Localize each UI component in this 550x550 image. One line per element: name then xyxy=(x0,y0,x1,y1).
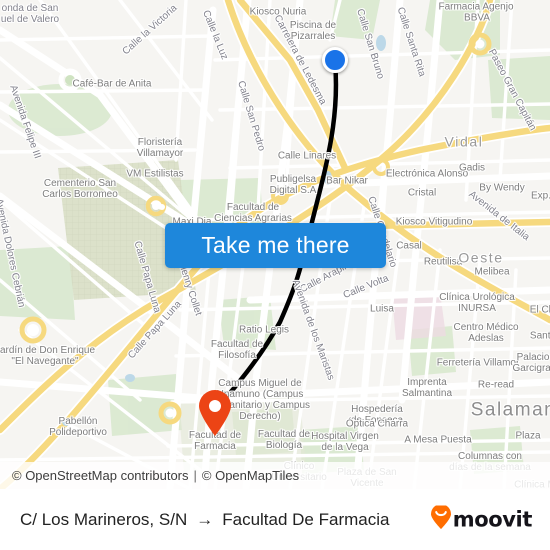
take-me-there-button[interactable]: Take me there xyxy=(165,223,386,268)
attribution-separator: | xyxy=(193,468,197,483)
attribution-osm-link[interactable]: © OpenStreetMap contributors xyxy=(12,468,189,483)
map-attribution-bar: © OpenStreetMap contributors | © OpenMap… xyxy=(0,462,550,489)
origin-circle-marker[interactable] xyxy=(322,47,348,73)
moovit-logo[interactable]: moovit xyxy=(430,503,533,534)
route-origin-label: C/ Los Marineros, S/N xyxy=(20,509,188,529)
map-canvas[interactable]: onda de San uel de Valero Calle la Victor… xyxy=(0,0,550,489)
moovit-map-screen: onda de San uel de Valero Calle la Victor… xyxy=(0,0,550,550)
attribution-tiles-link[interactable]: © OpenMapTiles xyxy=(202,468,299,483)
moovit-pin-smile-icon xyxy=(430,503,452,534)
route-summary: C/ Los Marineros, S/N → Facultad De Farm… xyxy=(20,510,389,530)
moovit-wordmark: moovit xyxy=(452,507,533,532)
arrow-right-icon: → xyxy=(196,509,214,529)
destination-pin-marker[interactable] xyxy=(197,390,233,437)
route-destination-label: Facultad De Farmacia xyxy=(222,509,390,529)
footer-bar: C/ Los Marineros, S/N → Facultad De Farm… xyxy=(0,489,550,550)
